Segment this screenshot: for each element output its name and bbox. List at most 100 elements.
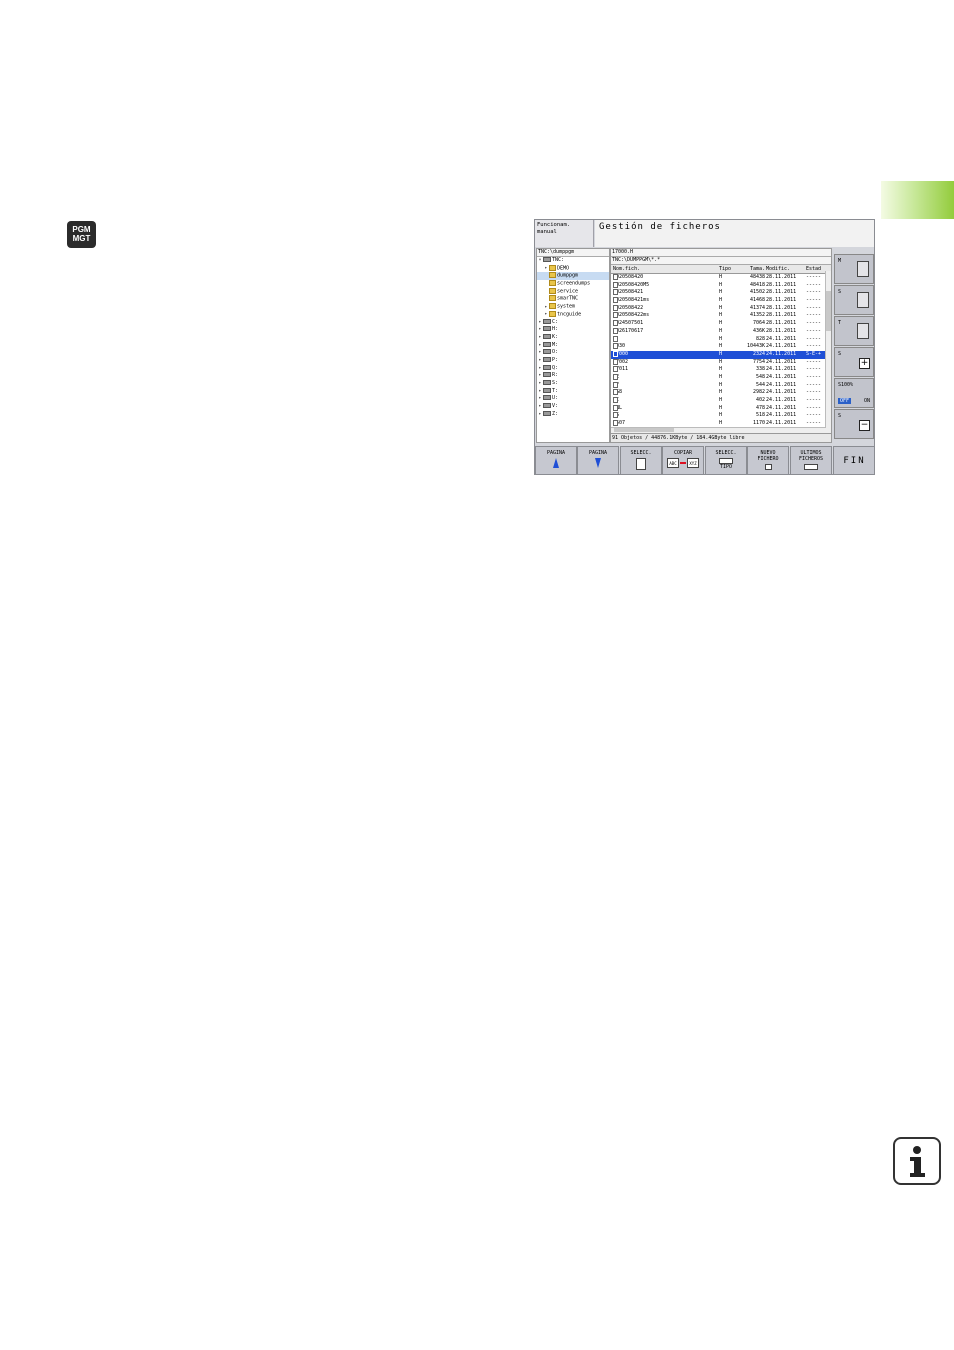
file-row[interactable]: 1E H 54824.11.2011 ----- — [611, 373, 831, 382]
file-type: H — [719, 389, 723, 396]
tree-item[interactable]: ▸ V: — [537, 403, 609, 411]
file-date: 28.11.2011 — [766, 297, 797, 304]
folder-icon — [549, 264, 556, 271]
file-type: H — [719, 358, 723, 365]
col-size[interactable]: Tama. — [741, 265, 765, 273]
softkey-new-file[interactable]: NUEVO FICHERO — [747, 446, 789, 474]
file-row[interactable]: 0024507501 H 7064 28.11.2011 ----- — [611, 320, 831, 328]
folder-icon — [549, 280, 556, 287]
file-row[interactable]: 1 H 82824.11.2011 ----- — [611, 335, 831, 344]
file-status: ----- — [806, 343, 822, 350]
file-row[interactable]: 1S H 51824.11.2011 ----- — [611, 412, 831, 420]
file-name: 0020508420 — [613, 274, 643, 282]
directory-tree[interactable]: TNC:\dumppgm ▾ TNC: ▸ DEMO dumppgm screendump… — [536, 248, 610, 443]
softkey-page-up[interactable]: PAGINA — [535, 446, 577, 474]
tree-item[interactable]: ▸ O: — [537, 349, 609, 357]
softkey-select-type[interactable]: SELECC. TIPO — [705, 446, 747, 474]
drive-icon — [543, 326, 551, 332]
softkey-copy[interactable]: COPIAR ABC XYZ — [662, 446, 704, 474]
file-row[interactable]: 0020508420 H 48438 28.11.2011 ----- — [611, 274, 831, 282]
softkey-s-minus[interactable]: S − — [834, 409, 874, 439]
tree-item[interactable]: ▾ TNC: — [537, 257, 609, 265]
tree-item[interactable]: ▸ U: — [537, 395, 609, 403]
softkey-page-down[interactable]: PAGINA — [577, 446, 619, 474]
tree-item[interactable]: ▸ R: — [537, 372, 609, 380]
file-row[interactable]: 17002 H 7754 24.11.2011 ----- — [611, 358, 831, 367]
col-name[interactable]: Nom.fich. — [613, 265, 640, 273]
softkey-s[interactable]: S — [834, 285, 874, 315]
tree-item[interactable]: dumppgm — [537, 272, 609, 281]
softkey-override[interactable]: S100% OFF ON — [834, 378, 874, 408]
softkey-bar: PAGINA PAGINA SELECC. COPIAR ABC XYZ SEL… — [535, 446, 874, 474]
file-date: 28.11.2011 — [766, 274, 797, 280]
softkey-t[interactable]: T — [834, 316, 874, 346]
file-status: ----- — [806, 289, 822, 296]
tree-item[interactable]: service — [537, 287, 609, 296]
tree-item[interactable]: ▸ DEMO — [537, 264, 609, 273]
tree-item[interactable]: ▸ S: — [537, 380, 609, 388]
file-row[interactable]: 1030 H 10443K 24.11.2011 ----- — [611, 343, 831, 351]
tree-item[interactable]: ▸ Z: — [537, 410, 609, 419]
file-row[interactable]: 0020508420M5 H 48418 28.11.2011 ----- — [611, 281, 831, 290]
scroll-thumb[interactable] — [826, 291, 831, 331]
tree-item-label: P: — [552, 356, 559, 363]
tree-item[interactable]: ▸ tncguide — [537, 310, 609, 319]
col-date[interactable]: Modific. — [766, 265, 790, 273]
softkey-recent-files[interactable]: ULTIMOS FICHEROS — [790, 446, 832, 474]
tree-item[interactable]: ▸ P: — [537, 356, 609, 365]
file-date: 28.11.2011 — [766, 327, 797, 334]
file-size: 478 — [755, 404, 765, 411]
drive-icon — [543, 410, 551, 416]
hscroll-thumb[interactable] — [614, 428, 674, 432]
file-name: 0020508422 — [613, 304, 643, 313]
file-status: S-E-+ — [806, 350, 822, 357]
col-status[interactable]: Estad — [806, 265, 821, 273]
tree-item[interactable]: screendumps — [537, 280, 609, 288]
file-row[interactable]: 0020508421ms H 41468 28.11.2011 ----- — [611, 297, 831, 305]
file-row[interactable]: 1G8 H 298224.11.2011 ----- — [611, 389, 831, 397]
copy-icon: ABC XYZ — [667, 458, 699, 468]
softkey-select[interactable]: SELECC. — [620, 446, 662, 474]
pgm-mgt-key-icon: PGM MGT — [67, 221, 96, 248]
file-status: ----- — [806, 274, 822, 280]
file-row[interactable]: 1F H 54424.11.2011 ----- — [611, 381, 831, 390]
file-row[interactable]: 1NL H 47824.11.2011 ----- — [611, 404, 831, 413]
file-row[interactable]: 17011 H 338 24.11.2011 ----- — [611, 366, 831, 374]
file-type: H — [719, 397, 723, 403]
tree-item[interactable]: ▸ T: — [537, 387, 609, 396]
file-date: 24.11.2011 — [766, 381, 797, 388]
file-row[interactable]: 1I H 40224.11.2011 ----- — [611, 397, 831, 405]
file-row[interactable]: 0020508422ms H 41352 28.11.2011 ----- — [611, 312, 831, 320]
file-list-scrollbar[interactable] — [825, 271, 831, 436]
tree-item[interactable]: ▸ C: — [537, 318, 609, 327]
file-row[interactable]: 17000 H 2324 24.11.2011 S-E-+ — [611, 350, 831, 359]
file-type: H — [719, 304, 723, 311]
tree-item[interactable]: ▸ H: — [537, 326, 609, 334]
tree-item-label: tncguide — [557, 311, 582, 318]
tree-item[interactable]: ▸ system — [537, 303, 609, 311]
minus-icon: − — [859, 420, 870, 431]
tree-item-label: M: — [552, 341, 559, 348]
folder-icon — [549, 287, 556, 294]
tree-item[interactable]: ▸ K: — [537, 333, 609, 342]
file-size: 41374 — [749, 304, 765, 311]
softkey-s-plus[interactable]: S + — [834, 347, 874, 377]
file-row[interactable]: 0020508422 H 41374 28.11.2011 ----- — [611, 304, 831, 313]
file-list[interactable]: 17000.H TNC:\DUMPPGM\*.* Nom.fich. Tipo … — [610, 248, 832, 443]
col-type[interactable]: Tipo — [719, 265, 731, 273]
file-status: ----- — [806, 335, 822, 342]
softkey-end[interactable]: FIN — [833, 446, 874, 474]
tree-item[interactable]: ▸ Q: — [537, 364, 609, 373]
screen-title: Gestión de ficheros — [595, 220, 874, 247]
file-status: ----- — [806, 312, 822, 319]
file-row[interactable]: 0020508421 H 41502 28.11.2011 ----- — [611, 289, 831, 297]
softkey-m[interactable]: M — [834, 254, 874, 284]
file-name: 0020508420M5 — [613, 281, 649, 290]
file-name: 0020508421ms — [613, 297, 649, 305]
file-row[interactable]: 0026170617 H 436K 28.11.2011 ----- — [611, 327, 831, 336]
file-size: 10443K — [746, 343, 765, 350]
drive-icon — [543, 364, 551, 370]
tree-item[interactable]: smarTNC — [537, 295, 609, 303]
tree-item[interactable]: ▸ M: — [537, 341, 609, 350]
file-size: 338 — [755, 366, 765, 373]
